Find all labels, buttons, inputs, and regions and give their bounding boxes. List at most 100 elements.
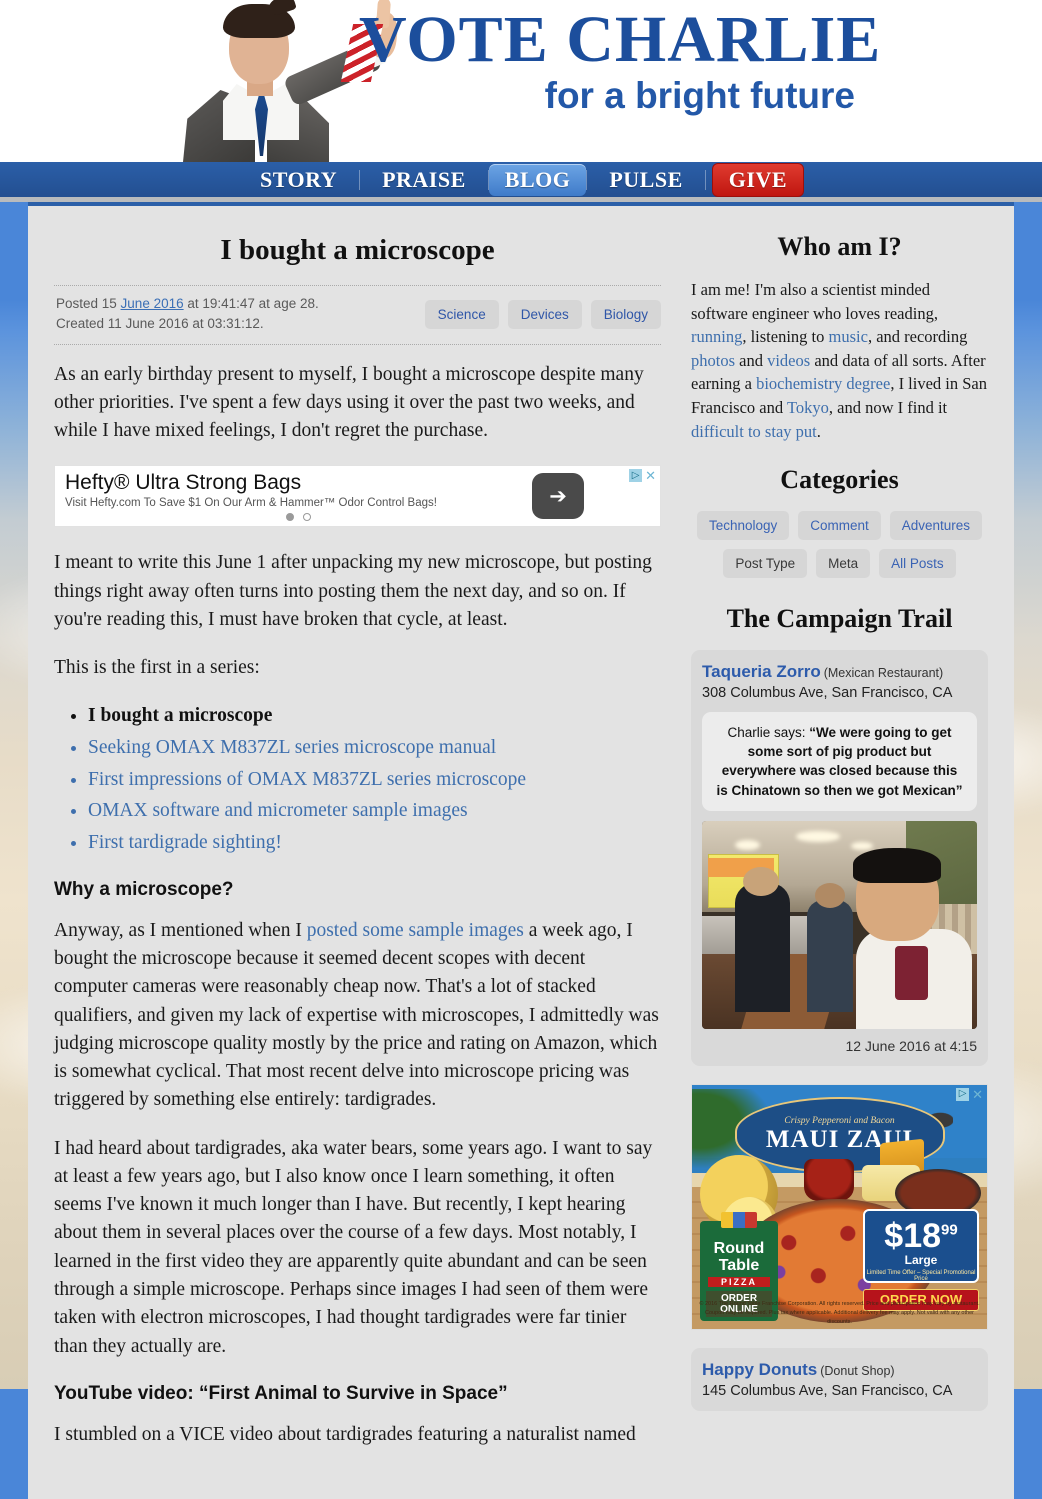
bio-link-9[interactable]: biochemistry degree [756, 374, 890, 393]
post-meta-bar: Posted 15 June 2016 at 19:41:47 at age 2… [54, 285, 661, 345]
site-masthead: VOTE CHARLIE for a bright future [0, 0, 1042, 162]
list-item[interactable]: Seeking OMAX M837ZL series microscope ma… [88, 734, 661, 762]
trail-title-row: Taqueria Zorro (Mexican Restaurant) [702, 662, 977, 682]
posted-line: Posted 15 June 2016 at 19:41:47 at age 2… [56, 294, 319, 314]
bio-link-11[interactable]: Tokyo [787, 398, 829, 417]
nav-item-blog[interactable]: BLOG [488, 163, 587, 196]
post-timestamps: Posted 15 June 2016 at 19:41:47 at age 2… [56, 294, 319, 335]
venue-photo[interactable] [702, 820, 977, 1029]
category-adventures[interactable]: Adventures [889, 511, 983, 541]
paragraph-four: I had heard about tardigrades, aka water… [54, 1137, 653, 1357]
price-fine-print: Limited Time Offer – Special Promotional… [866, 1269, 976, 1282]
ad-dot-active[interactable] [286, 512, 294, 521]
bio-link-1[interactable]: running [691, 327, 742, 346]
nav-separator [704, 169, 706, 190]
nav-list: STORY PRAISE BLOG PULSE GIVE [238, 162, 805, 197]
ad-choices-controls[interactable]: ▷ ✕ [629, 469, 656, 483]
close-icon[interactable]: ✕ [972, 1088, 983, 1101]
venue-name-link[interactable]: Happy Donuts [702, 1360, 817, 1379]
category-post-type[interactable]: Post Type [723, 549, 808, 579]
bio-link-3[interactable]: music [829, 327, 868, 346]
site-logo[interactable]: VOTE CHARLIE for a bright future [0, 0, 1042, 162]
created-line: Created 11 June 2016 at 03:31:12. [56, 316, 264, 332]
tag-biology[interactable]: Biology [590, 299, 661, 329]
adchoices-icon[interactable]: ▷ [956, 1087, 970, 1101]
logo-main-text: VOTE CHARLIE [359, 3, 882, 76]
post-tags: Science Devices Biology [424, 299, 661, 329]
paragraph-intro: As an early birthday present to myself, … [54, 363, 644, 442]
main-navigation: STORY PRAISE BLOG PULSE GIVE [0, 162, 1042, 202]
nav-item-pulse[interactable]: PULSE [587, 165, 704, 195]
subheading-why-microscope: Why a microscope? [54, 878, 234, 900]
ad-price-amount: $1899 [865, 1219, 977, 1253]
list-item[interactable]: OMAX software and micrometer sample imag… [88, 797, 661, 825]
charlie-quote-box: Charlie says: “We were going to get some… [702, 712, 977, 811]
list-item[interactable]: First tardigrade sighting! [88, 829, 661, 857]
candidate-photo [171, 0, 400, 162]
category-technology[interactable]: Technology [696, 511, 790, 541]
ad-legal-fine-print: © 2016 The Round Table Franchise Corpora… [699, 1301, 980, 1325]
category-comment[interactable]: Comment [798, 511, 881, 541]
ad-headline: Hefty® Ultra Strong Bags [65, 470, 302, 494]
bio-text-14: . [816, 421, 821, 441]
nav-item-story[interactable]: STORY [238, 165, 359, 195]
photo-timestamp: 12 June 2016 at 4:15 [845, 1037, 977, 1054]
posted-date-link[interactable]: June 2016 [121, 296, 184, 311]
list-item: Happy Donuts (Donut Shop) 145 Columbus Av… [691, 1347, 988, 1411]
posted-prefix: Posted 15 [56, 296, 121, 311]
quote-prefix: Charlie says: [727, 725, 810, 741]
ad-arrow-button[interactable]: ➔ [532, 473, 584, 520]
venue-address: 308 Columbus Ave, San Francisco, CA [702, 685, 953, 702]
logo-tagline: for a bright future [544, 75, 855, 117]
sidebar-column: Who am I? I am me! I'm also a scientist … [683, 206, 1014, 1469]
sidebar-display-ad[interactable]: Crispy Pepperoni and Bacon MAUI ZAUI Rou… [691, 1083, 988, 1330]
nav-item-praise[interactable]: PRAISE [360, 165, 488, 195]
bio-link-13[interactable]: difficult to stay put [691, 422, 817, 441]
page-container: I bought a microscope Posted 15 June 201… [28, 202, 1014, 1499]
sidebar-heading-campaign-trail: The Campaign Trail [726, 604, 953, 634]
series-list: I bought a microscope Seeking OMAX M837Z… [54, 702, 661, 856]
subheading-youtube-video: YouTube video: “First Animal to Survive … [54, 1382, 508, 1404]
list-item: I bought a microscope [88, 702, 661, 730]
paragraph-five: I stumbled on a VICE video about tardigr… [54, 1423, 636, 1445]
bio-text-12: , and now I find it [828, 397, 948, 417]
ad-subtext: Visit Hefty.com To Save $1 On Our Arm & … [65, 496, 437, 509]
para3-prefix: Anyway, as I mentioned when I [54, 919, 307, 941]
venue-address: 145 Columbus Ave, San Francisco, CA [702, 1382, 953, 1399]
ad-dot-inactive[interactable] [303, 512, 311, 521]
paragraph-two: I meant to write this June 1 after unpac… [54, 552, 652, 630]
brand-line-2: Table [718, 1256, 760, 1274]
list-item[interactable]: First impressions of OMAX M837ZL series … [88, 766, 661, 794]
sidebar-bio-text: I am me! I'm also a scientist minded sof… [691, 278, 988, 443]
paragraph-three: Anyway, as I mentioned when I posted som… [54, 917, 661, 1115]
trail-title-row: Happy Donuts (Donut Shop) [702, 1360, 977, 1380]
bio-link-5[interactable]: photos [691, 351, 735, 370]
bio-text-0: I am me! I'm also a scientist minded sof… [691, 280, 938, 323]
bio-link-7[interactable]: videos [767, 351, 810, 370]
venue-name-link[interactable]: Taqueria Zorro [702, 662, 821, 681]
sample-images-link[interactable]: posted some sample images [307, 920, 524, 941]
ad-carousel-dots[interactable] [65, 512, 532, 521]
category-pill-list: Technology Comment Adventures Post Type … [691, 511, 988, 579]
para3-suffix: a week ago, I bought the microscope beca… [54, 919, 659, 1111]
article-column: I bought a microscope Posted 15 June 201… [28, 206, 683, 1469]
posted-suffix: at 19:41:47 at age 28. [183, 296, 319, 311]
category-all-posts[interactable]: All Posts [879, 549, 956, 579]
bio-text-4: , and recording [867, 327, 968, 347]
nav-item-give[interactable]: GIVE [711, 162, 805, 197]
ad-badge-subtext: Crispy Pepperoni and Bacon [784, 1115, 895, 1126]
adchoices-icon[interactable]: ▷ [629, 469, 643, 483]
price-dollars: $18 [884, 1216, 942, 1255]
inline-banner-ad[interactable]: Hefty® Ultra Strong Bags Visit Hefty.com… [54, 465, 661, 528]
tag-devices[interactable]: Devices [507, 299, 582, 329]
close-icon[interactable]: ✕ [645, 469, 656, 482]
tag-science[interactable]: Science [424, 299, 499, 329]
bio-text-6: and [735, 350, 768, 370]
ad-text-block: Hefty® Ultra Strong Bags Visit Hefty.com… [65, 470, 532, 521]
sidebar-heading-who-am-i: Who am I? [777, 232, 902, 261]
list-item: Taqueria Zorro (Mexican Restaurant) 308 C… [691, 650, 988, 1066]
category-meta[interactable]: Meta [816, 549, 871, 579]
brand-pizza-word: PIZZA [708, 1277, 770, 1288]
sidebar-heading-categories: Categories [780, 465, 899, 495]
ad-choices-controls[interactable]: ▷ ✕ [956, 1087, 983, 1101]
